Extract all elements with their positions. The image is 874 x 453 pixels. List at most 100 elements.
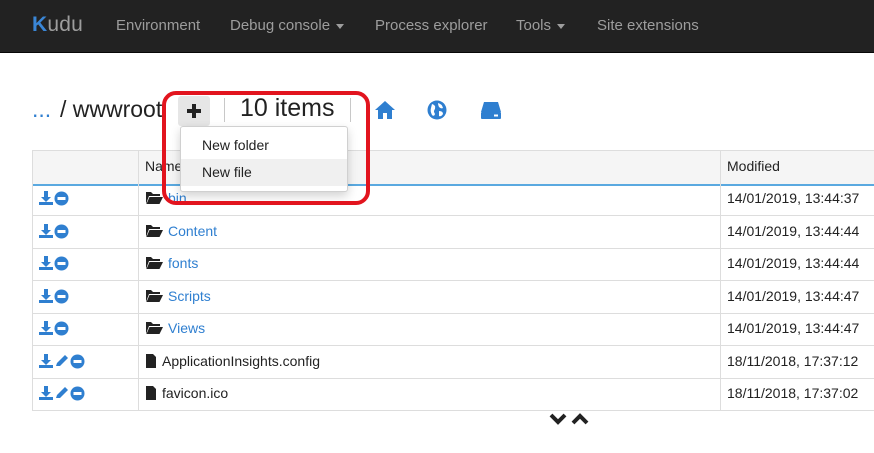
row-name-cell: fonts xyxy=(138,248,720,280)
row-modified-cell: 14/01/2019, 13:44:44 xyxy=(720,215,874,248)
breadcrumb-parent-link[interactable]: ... xyxy=(32,96,51,123)
add-item-button[interactable] xyxy=(178,96,210,126)
delete-icon[interactable] xyxy=(54,289,69,304)
row-modified-text: 14/01/2019, 13:44:44 xyxy=(727,222,860,239)
folder-link[interactable]: bin xyxy=(145,190,187,206)
nav-debug-console-label: Debug console xyxy=(230,17,331,34)
row-name-cell: ApplicationInsights.config xyxy=(138,345,720,378)
row-modified-text: 14/01/2019, 13:44:47 xyxy=(727,287,860,304)
folder-icon xyxy=(146,322,163,334)
drive-icon xyxy=(481,102,501,119)
table-row: Views 14/01/2019, 13:44:47 xyxy=(32,313,874,346)
folder-link[interactable]: Views xyxy=(145,320,205,336)
row-name-cell: Scripts xyxy=(138,280,720,313)
table-row: ApplicationInsights.config 18/11/2018, 17… xyxy=(32,345,874,379)
folder-link[interactable]: Content xyxy=(145,223,217,239)
nav-tools[interactable]: Tools xyxy=(516,17,566,34)
new-file-item[interactable]: New file xyxy=(181,159,347,186)
new-folder-item[interactable]: New folder xyxy=(181,132,347,159)
add-item-dropdown: New folder New file xyxy=(180,126,348,192)
folder-icon xyxy=(146,192,163,204)
row-modified-cell: 14/01/2019, 13:44:44 xyxy=(720,248,874,280)
breadcrumb-current: / wwwroot xyxy=(60,96,163,122)
row-action-icons xyxy=(39,191,70,209)
row-name-cell: Views xyxy=(138,313,720,345)
header-modified-label: Modified xyxy=(727,158,780,174)
row-modified-cell: 14/01/2019, 13:44:37 xyxy=(720,183,874,215)
brand-logo[interactable]: Kudu xyxy=(32,13,83,37)
header-modified[interactable]: Modified xyxy=(720,151,874,184)
delete-icon[interactable] xyxy=(54,321,69,336)
row-action-icons xyxy=(39,386,86,404)
row-action-icons xyxy=(39,321,70,339)
row-name-text: Scripts xyxy=(168,287,211,304)
toolbar-divider xyxy=(350,98,351,122)
new-file-label: New file xyxy=(202,164,252,180)
item-count: 10 items xyxy=(240,94,335,122)
row-modified-text: 14/01/2019, 13:44:47 xyxy=(727,320,860,336)
row-modified-cell: 14/01/2019, 13:44:47 xyxy=(720,280,874,313)
pencil-icon[interactable] xyxy=(54,386,69,400)
new-folder-label: New folder xyxy=(202,137,269,153)
pencil-icon[interactable] xyxy=(54,354,69,368)
row-name-text: Content xyxy=(168,222,218,239)
brand-text: udu xyxy=(47,13,84,36)
nav-site-extensions-label: Site extensions xyxy=(597,17,699,34)
row-name-text: fonts xyxy=(168,255,199,271)
home-button[interactable] xyxy=(374,100,396,125)
download-icon[interactable] xyxy=(39,191,53,205)
table-row: fonts 14/01/2019, 13:44:44 xyxy=(32,248,874,281)
nav-debug-console[interactable]: Debug console xyxy=(230,17,345,34)
row-modified-text: 18/11/2018, 17:37:02 xyxy=(727,385,859,401)
row-name-text: bin xyxy=(168,190,187,206)
row-actions xyxy=(32,280,138,313)
delete-icon[interactable] xyxy=(54,256,69,271)
row-name-text: ApplicationInsights.config xyxy=(162,352,320,369)
table-row: Content 14/01/2019, 13:44:44 xyxy=(32,215,874,249)
caret-down-icon xyxy=(557,23,566,29)
drive-button[interactable] xyxy=(480,100,502,125)
table-row: Scripts 14/01/2019, 13:44:47 xyxy=(32,280,874,314)
folder-icon xyxy=(146,289,163,302)
row-actions xyxy=(32,345,138,378)
brand-initial: K xyxy=(32,13,48,36)
delete-icon[interactable] xyxy=(70,386,85,401)
row-name-text: favicon.ico xyxy=(162,385,229,401)
caret-down-icon xyxy=(336,23,345,29)
row-name-text: Views xyxy=(168,320,206,336)
table-row: bin 14/01/2019, 13:44:37 xyxy=(32,183,874,216)
nav-process-explorer-label: Process explorer xyxy=(375,17,488,34)
row-modified-cell: 18/11/2018, 17:37:02 xyxy=(720,378,874,410)
file-name[interactable]: ApplicationInsights.config xyxy=(145,353,320,369)
delete-icon[interactable] xyxy=(54,191,69,206)
download-icon[interactable] xyxy=(39,386,53,400)
folder-link[interactable]: Scripts xyxy=(145,288,211,304)
nav-process-explorer[interactable]: Process explorer xyxy=(375,17,488,34)
row-actions xyxy=(32,313,138,345)
globe-icon xyxy=(427,100,447,120)
header-name-label: Name xyxy=(145,158,183,174)
folder-link[interactable]: fonts xyxy=(145,255,198,271)
download-icon[interactable] xyxy=(39,353,53,368)
scroll-toggle[interactable] xyxy=(549,411,591,432)
folder-icon xyxy=(146,257,163,269)
nav-site-extensions[interactable]: Site extensions xyxy=(597,17,699,34)
download-icon[interactable] xyxy=(39,321,53,335)
row-action-icons xyxy=(39,256,70,274)
download-icon[interactable] xyxy=(39,288,53,303)
folder-icon xyxy=(146,224,163,237)
top-navbar: Kudu Environment Debug console Process e… xyxy=(0,0,874,53)
table-row: favicon.ico 18/11/2018, 17:37:02 xyxy=(32,378,874,411)
plus-icon xyxy=(187,104,201,118)
download-icon[interactable] xyxy=(39,256,53,270)
delete-icon[interactable] xyxy=(54,224,69,239)
file-name[interactable]: favicon.ico xyxy=(145,385,228,401)
browse-site-button[interactable] xyxy=(427,100,447,125)
delete-icon[interactable] xyxy=(70,354,85,369)
row-action-icons xyxy=(39,223,70,242)
download-icon[interactable] xyxy=(39,223,53,238)
nav-environment[interactable]: Environment xyxy=(116,17,200,34)
row-actions xyxy=(32,215,138,248)
row-action-icons xyxy=(39,353,86,372)
row-modified-text: 14/01/2019, 13:44:44 xyxy=(727,255,860,271)
